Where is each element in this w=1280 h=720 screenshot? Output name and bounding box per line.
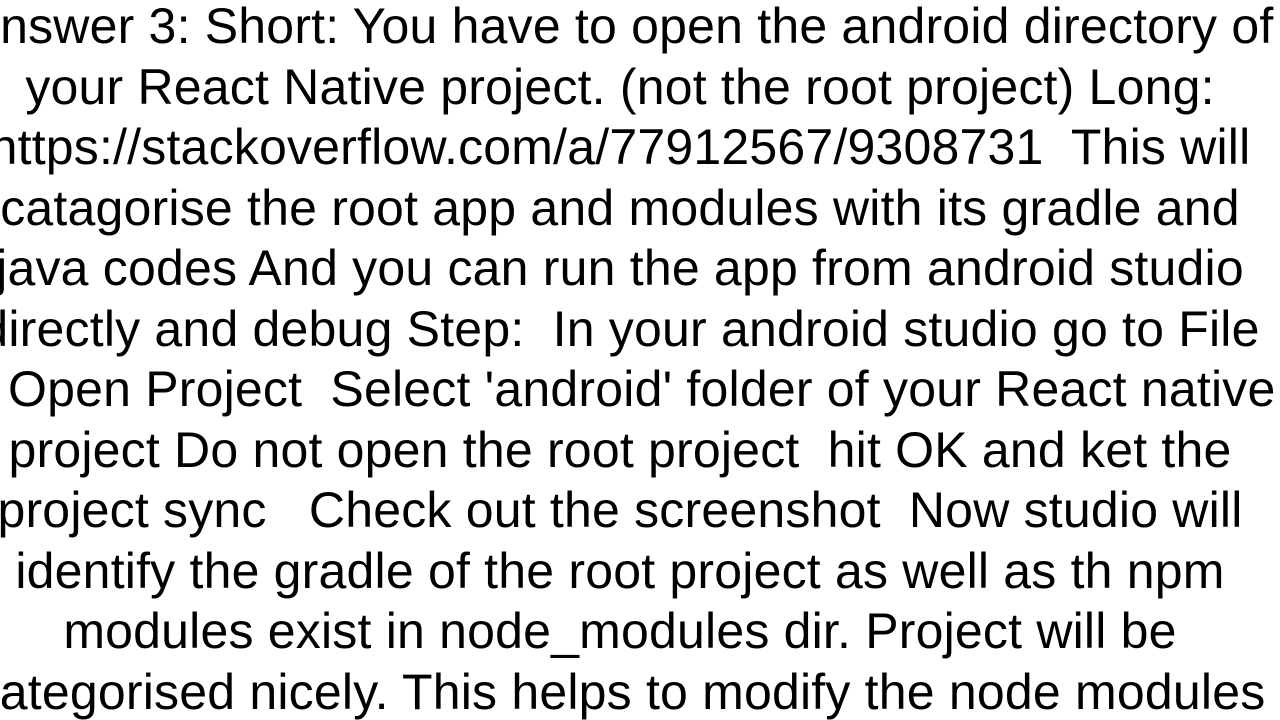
- answer-text: Answer 3: Short: You have to open the an…: [0, 0, 1280, 720]
- document-content: Answer 3: Short: You have to open the an…: [0, 0, 1280, 720]
